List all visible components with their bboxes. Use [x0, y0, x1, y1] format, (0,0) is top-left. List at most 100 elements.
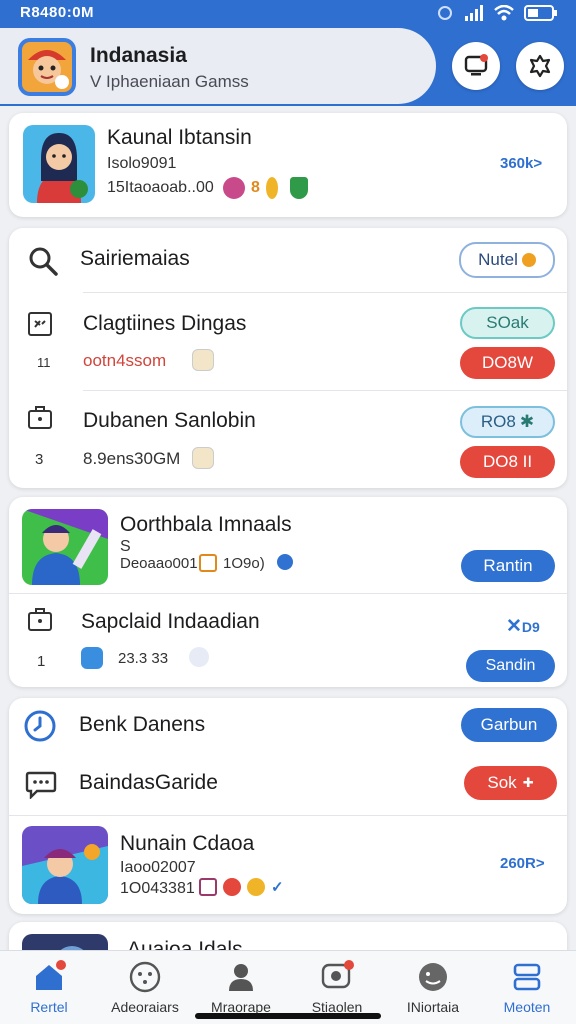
nav-label: Rertel: [30, 999, 68, 1015]
list-item-action-button[interactable]: Garbun: [461, 708, 557, 742]
list-item-title: Clagtiines Dingas: [83, 312, 247, 335]
list-item-action-button[interactable]: Sandin: [466, 650, 555, 682]
app-header: Indanasia V Iphaeniaan Gamss: [0, 26, 576, 106]
nav-item-explore[interactable]: Adeoraiars: [97, 959, 193, 1015]
app-title: Indanasia: [90, 44, 187, 67]
list-item-secondary-button[interactable]: DO8 II: [460, 446, 555, 478]
nav-label: INiortaia: [406, 999, 460, 1015]
gear-icon: [529, 54, 551, 78]
coin-icon: [265, 177, 278, 199]
menu-icon: [513, 963, 541, 991]
list-item-badges: ✓: [199, 878, 284, 896]
nav-item-stats[interactable]: Stiaolen: [289, 959, 385, 1015]
monitor-icon: [464, 54, 488, 76]
list-item-action-button[interactable]: Sok ✚: [464, 766, 557, 800]
list-item-link[interactable]: 260R>: [500, 855, 545, 872]
crop-icon: [28, 312, 52, 336]
signal-icon: [465, 5, 483, 21]
battery-icon: [524, 5, 557, 21]
nav-label: Adeoraiars: [111, 999, 179, 1015]
list-item-action-button[interactable]: Rantin: [461, 550, 555, 582]
featured-badges: 8: [223, 177, 308, 199]
nav-label: Meoten: [503, 999, 551, 1015]
settings-status-icon: [438, 6, 452, 20]
list-item-meta: Deoaao001: [120, 555, 198, 572]
wifi-icon: [494, 5, 514, 21]
briefcase-icon: [28, 406, 52, 429]
list-card-1: Sairiemaias Nutel Clagtiines Dingas 11 o…: [9, 228, 567, 488]
list-item-meta: 8.9ens30GM: [83, 449, 181, 468]
list-item-primary-label: RO8: [480, 412, 516, 431]
list-item-sub: S: [120, 538, 131, 555]
nav-item-menu[interactable]: Meoten: [479, 959, 575, 1015]
chat-bubble-icon: [321, 960, 354, 989]
share-link-label: D9: [521, 619, 540, 635]
explore-icon: [129, 961, 161, 993]
featured-badge-number: 8: [251, 179, 260, 196]
pink-badge-icon: [223, 177, 245, 199]
list-item-title: Dubanen Sanlobin: [83, 409, 256, 432]
status-time: R8480:0M: [20, 4, 95, 21]
notifications-button[interactable]: [452, 42, 500, 90]
app-logo-icon: [18, 38, 76, 96]
burger-icon: [192, 447, 214, 469]
search-label: Sairiemaias: [80, 247, 190, 270]
shield-icon: [189, 647, 209, 667]
divider: [9, 815, 567, 816]
square-badge-icon: [199, 554, 217, 572]
clock-icon: [24, 710, 56, 742]
square-badge-icon: [199, 878, 217, 896]
home-icon: [36, 960, 66, 990]
plus-icon: ✚: [522, 775, 534, 790]
featured-thumbnail: [23, 125, 95, 203]
list-item-index: 3: [35, 451, 44, 468]
list-item-title: Benk Danens: [79, 713, 206, 736]
divider: [9, 593, 567, 594]
list-item-primary-button[interactable]: RO8 ✱: [460, 406, 555, 438]
chat-icon: [25, 771, 57, 799]
list-item-title: Oorthbala Imnaals: [120, 513, 292, 536]
search-action-button[interactable]: Nutel: [459, 242, 555, 278]
star-icon: ✱: [519, 412, 535, 431]
nav-item-home[interactable]: Rertel: [1, 959, 97, 1015]
verified-icon: [277, 554, 293, 570]
home-indicator[interactable]: [195, 1013, 381, 1019]
face-icon: [419, 963, 447, 991]
divider: [83, 292, 567, 293]
list-item-meta: ootn4ssom: [83, 351, 167, 370]
coin-icon: [521, 253, 536, 267]
verified-icon: ✓: [271, 879, 284, 896]
app-subtitle: V Iphaeniaan Gamss: [90, 72, 249, 91]
nav-item-profile[interactable]: Mraorape: [193, 959, 289, 1015]
settings-button[interactable]: [516, 42, 564, 90]
list-item-primary-button[interactable]: SOak: [460, 307, 555, 339]
briefcase-icon: [28, 608, 52, 631]
share-link[interactable]: ✕D9: [506, 615, 540, 638]
list-item-line-2: 1O043381: [120, 880, 195, 897]
list-item-title: BaindasGaride: [79, 771, 218, 794]
coin-icon: [247, 878, 265, 896]
pin-icon: ✕: [506, 616, 522, 637]
nav-item-notifications[interactable]: INiortaia: [385, 959, 481, 1015]
featured-link[interactable]: 360k>: [500, 155, 542, 172]
list-item-title: Nunain Cdaoa: [120, 832, 255, 855]
red-badge-icon: [223, 878, 241, 896]
featured-card[interactable]: Kaunal Ibtansin Isolo9091 15Itaoaoab..00…: [9, 113, 567, 217]
featured-title: Kaunal Ibtansin: [107, 126, 252, 149]
list-card-3: Benk Danens Garbun BaindasGaride Sok ✚ N…: [9, 698, 567, 914]
list-item-line-1: Iaoo02007: [120, 859, 196, 876]
featured-line-2: 15Itaoaoab..00: [107, 179, 214, 196]
app-badge-icon: [81, 647, 103, 669]
list-item-index: 1: [37, 653, 46, 670]
shield-icon: [289, 177, 308, 199]
status-bar: R8480:0M: [0, 0, 576, 26]
list-item-meta-2: 1O9o): [223, 555, 265, 572]
game-thumbnail: [22, 509, 108, 585]
search-action-label: Nutel: [478, 250, 518, 269]
burger-icon: [192, 349, 214, 371]
user-icon: [229, 964, 253, 991]
list-card-2: Oorthbala Imnaals S Deoaao001 1O9o) Rant…: [9, 497, 567, 687]
list-item-action-label: Sok: [487, 773, 517, 792]
header-panel: Indanasia V Iphaeniaan Gamss: [0, 28, 436, 104]
list-item-secondary-button[interactable]: DO8W: [460, 347, 555, 379]
